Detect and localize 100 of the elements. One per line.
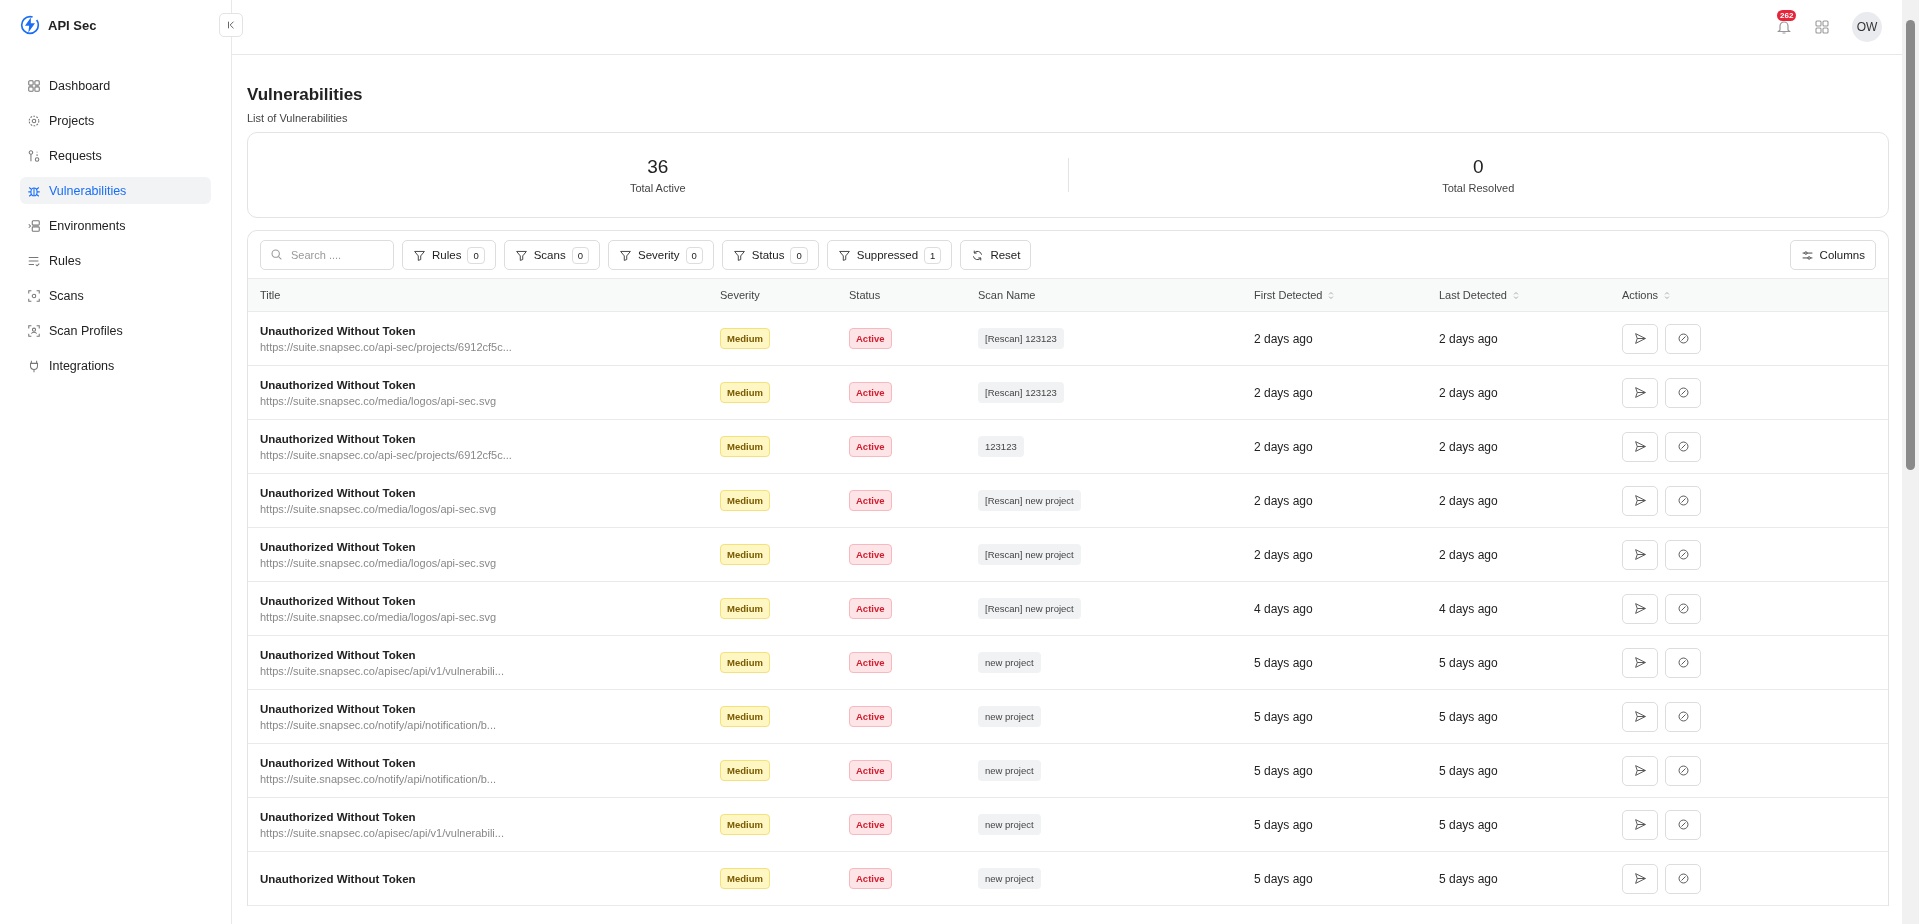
column-header[interactable]: Last Detected [1439, 289, 1507, 301]
sidebar-item[interactable]: Integrations [20, 352, 211, 379]
sidebar-item[interactable]: Dashboard [20, 72, 211, 99]
column-header[interactable]: First Detected [1254, 289, 1323, 301]
vulnerability-title[interactable]: Unauthorized Without Token [260, 872, 416, 885]
vulnerability-title[interactable]: Unauthorized Without Token [260, 756, 416, 769]
vulnerability-title[interactable]: Unauthorized Without Token [260, 648, 416, 661]
sidebar-item[interactable]: Projects [20, 107, 211, 134]
send-icon [1633, 548, 1647, 561]
filter-button[interactable]: Rules 0 [402, 240, 496, 270]
apps-grid-icon[interactable] [1814, 19, 1830, 35]
vulnerability-url: https://suite.snapsec.co/api-sec/projects/6912cf5c... [260, 340, 512, 353]
status-badge: Active [849, 598, 892, 619]
filter-button[interactable]: Scans 0 [503, 240, 600, 270]
suppress-button[interactable] [1665, 755, 1701, 786]
send-button[interactable] [1622, 755, 1658, 786]
suppress-button[interactable] [1665, 863, 1701, 894]
sidebar-item[interactable]: Environments [20, 212, 211, 239]
severity-badge: Medium [720, 436, 770, 457]
filter-button[interactable]: Suppressed 1 [826, 240, 953, 270]
send-icon [1633, 764, 1647, 777]
table-cell: 5 days ago [1254, 655, 1313, 670]
table-cell: 2 days ago [1439, 331, 1498, 346]
filter-icon [618, 248, 632, 262]
reset-button[interactable]: Reset [960, 240, 1032, 270]
severity-badge: Medium [720, 652, 770, 673]
table-cell: 5 days ago [1439, 817, 1498, 832]
table-cell: 2 days ago [1439, 547, 1498, 562]
send-icon [1633, 872, 1647, 885]
suppress-button[interactable] [1665, 647, 1701, 678]
sidebar-item[interactable]: Scan Profiles [20, 317, 211, 344]
send-icon [1633, 656, 1647, 669]
severity-badge: Medium [720, 382, 770, 403]
columns-button[interactable]: Columns [1789, 240, 1876, 270]
ban-icon [1676, 818, 1690, 831]
server-icon [27, 218, 41, 233]
send-button[interactable] [1622, 377, 1658, 408]
vulnerability-title[interactable]: Unauthorized Without Token [260, 432, 416, 445]
vulnerability-title[interactable]: Unauthorized Without Token [260, 540, 416, 553]
suppress-button[interactable] [1665, 323, 1701, 354]
status-badge: Active [849, 706, 892, 727]
search-field[interactable]: Search .... [260, 240, 394, 270]
table-cell: 2 days ago [1439, 439, 1498, 454]
vulnerability-url: https://suite.snapsec.co/apisec/api/v1/vulnerabili... [260, 664, 504, 677]
collapse-sidebar-button[interactable] [219, 13, 243, 37]
vulnerability-title[interactable]: Unauthorized Without Token [260, 324, 416, 337]
ban-icon [1676, 548, 1690, 561]
vulnerability-title[interactable]: Unauthorized Without Token [260, 810, 416, 823]
sidebar-item[interactable]: Scans [20, 282, 211, 309]
sidebar-item[interactable]: Requests [20, 142, 211, 169]
stat-value: 36 [647, 156, 669, 178]
send-button[interactable] [1622, 863, 1658, 894]
vulnerability-url: https://suite.snapsec.co/apisec/api/v1/vulnerabili... [260, 826, 504, 839]
send-button[interactable] [1622, 701, 1658, 732]
status-badge: Active [849, 814, 892, 835]
filter-button[interactable]: Severity 0 [607, 240, 714, 270]
suppress-button[interactable] [1665, 539, 1701, 570]
send-button[interactable] [1622, 323, 1658, 354]
vulnerability-title[interactable]: Unauthorized Without Token [260, 702, 416, 715]
severity-badge: Medium [720, 598, 770, 619]
send-button[interactable] [1622, 809, 1658, 840]
table-cell: 5 days ago [1439, 709, 1498, 724]
severity-badge: Medium [720, 760, 770, 781]
ban-icon [1676, 494, 1690, 507]
bell-icon[interactable] [1776, 19, 1792, 35]
table-cell: 4 days ago [1439, 601, 1498, 616]
suppress-button[interactable] [1665, 431, 1701, 462]
ban-icon [1676, 440, 1690, 453]
ban-icon [1676, 602, 1690, 615]
user-avatar[interactable]: OW [1852, 12, 1882, 42]
ban-icon [1676, 386, 1690, 399]
filter-icon [837, 248, 851, 262]
sidebar-item[interactable]: Vulnerabilities [20, 177, 211, 204]
filter-icon [514, 248, 528, 262]
vulnerability-url: https://suite.snapsec.co/media/logos/api-sec.svg [260, 502, 496, 515]
send-button[interactable] [1622, 539, 1658, 570]
send-button[interactable] [1622, 485, 1658, 516]
stat-value: 0 [1472, 156, 1484, 178]
filter-button[interactable]: Status 0 [721, 240, 819, 270]
table-cell: 5 days ago [1439, 763, 1498, 778]
vulnerability-title[interactable]: Unauthorized Without Token [260, 594, 416, 607]
key-icon [27, 148, 41, 163]
suppress-button[interactable] [1665, 809, 1701, 840]
suppress-button[interactable] [1665, 701, 1701, 732]
send-button[interactable] [1622, 593, 1658, 624]
table-cell: 2 days ago [1254, 439, 1313, 454]
vulnerability-title[interactable]: Unauthorized Without Token [260, 486, 416, 499]
suppress-button[interactable] [1665, 377, 1701, 408]
send-button[interactable] [1622, 431, 1658, 462]
status-badge: Active [849, 544, 892, 565]
sidebar-item[interactable]: Rules [20, 247, 211, 274]
suppress-button[interactable] [1665, 485, 1701, 516]
vulnerability-title[interactable]: Unauthorized Without Token [260, 378, 416, 391]
send-button[interactable] [1622, 647, 1658, 678]
send-icon [1633, 494, 1647, 507]
grid-icon [27, 78, 41, 93]
column-header[interactable]: Actions [1622, 289, 1659, 301]
scrollbar[interactable] [1902, 0, 1919, 924]
vulnerability-url: https://suite.snapsec.co/notify/api/notification/b... [260, 772, 497, 785]
suppress-button[interactable] [1665, 593, 1701, 624]
